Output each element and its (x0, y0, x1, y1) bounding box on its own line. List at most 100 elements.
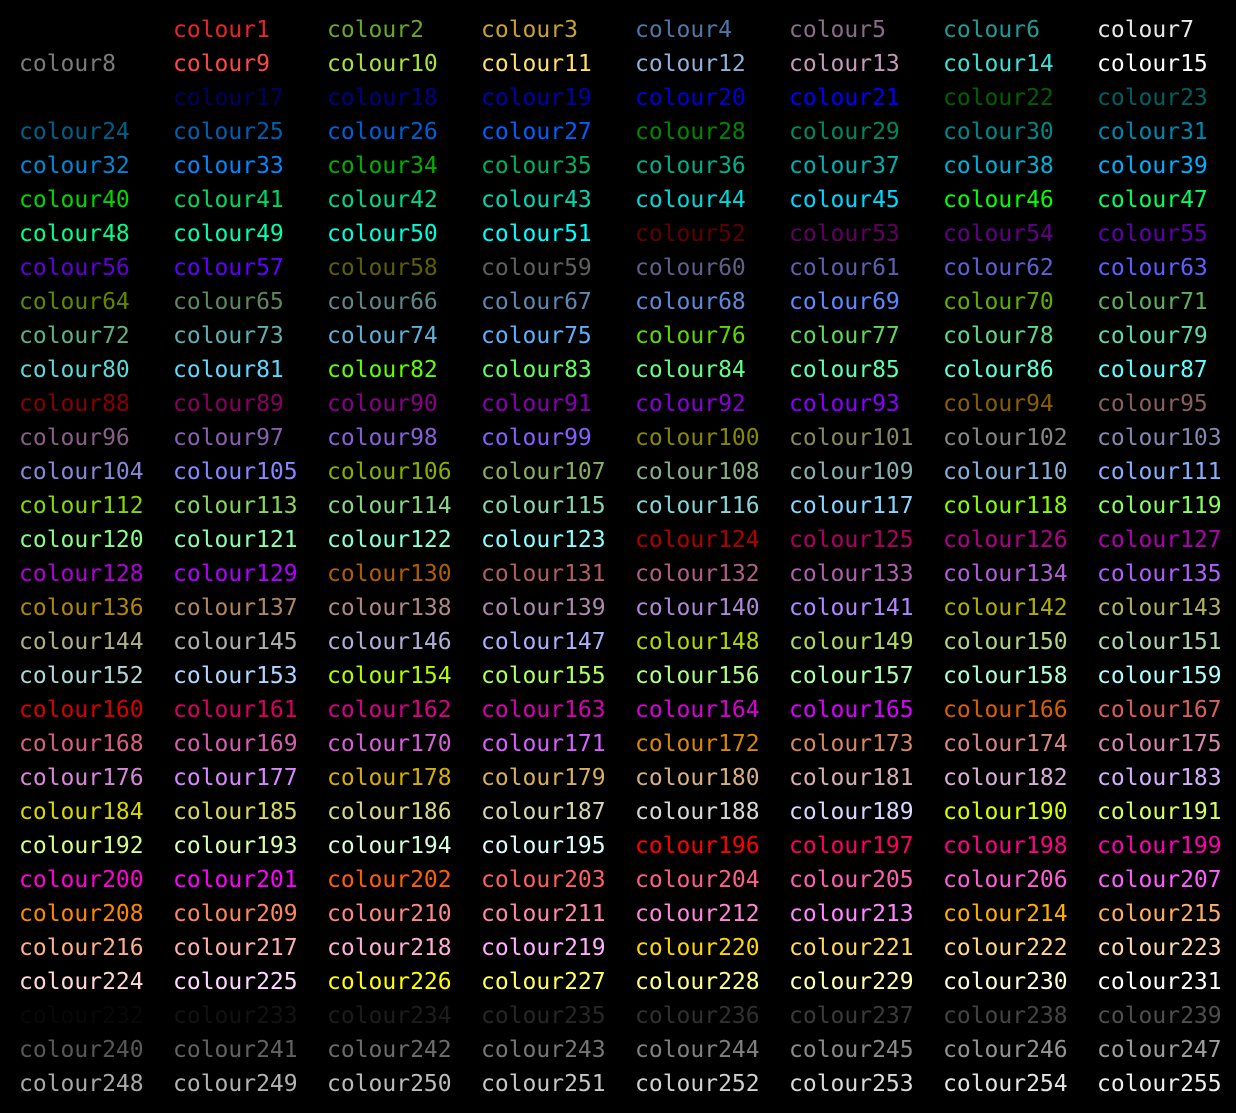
colour-label: colour26 (327, 119, 438, 145)
colour-label: colour81 (173, 357, 284, 383)
colour-label: colour198 (943, 833, 1068, 859)
colour-label: colour54 (943, 221, 1054, 247)
colour-label: colour137 (173, 595, 298, 621)
colour-label: colour226 (327, 969, 452, 995)
colour-label: colour106 (327, 459, 452, 485)
colour-label: colour231 (1097, 969, 1222, 995)
colour-label: colour200 (19, 867, 144, 893)
colour-label: colour130 (327, 561, 452, 587)
colour-label: colour160 (19, 697, 144, 723)
colour-label: colour235 (481, 1003, 606, 1029)
colour-label: colour50 (327, 221, 438, 247)
colour-label: colour55 (1097, 221, 1208, 247)
colour-label: colour68 (635, 289, 746, 315)
colour-label: colour119 (1097, 493, 1222, 519)
colour-label: colour202 (327, 867, 452, 893)
colour-label: colour11 (481, 51, 592, 77)
colour-label: colour179 (481, 765, 606, 791)
colour-label: colour244 (635, 1037, 760, 1063)
colour-label: colour241 (173, 1037, 298, 1063)
colour-label: colour153 (173, 663, 298, 689)
colour-label: colour48 (19, 221, 130, 247)
colour-grid: colour0 colour1 colour2 colour3 colour4 colou… (19, 13, 1236, 1101)
colour-label: colour121 (173, 527, 298, 553)
colour-label: colour177 (173, 765, 298, 791)
colour-label: colour212 (635, 901, 760, 927)
colour-label: colour193 (173, 833, 298, 859)
colour-label: colour225 (173, 969, 298, 995)
colour-label: colour99 (481, 425, 592, 451)
colour-label: colour203 (481, 867, 606, 893)
colour-label: colour32 (19, 153, 130, 179)
colour-label: colour149 (789, 629, 914, 655)
colour-label: colour118 (943, 493, 1068, 519)
colour-label: colour195 (481, 833, 606, 859)
colour-label: colour214 (943, 901, 1068, 927)
colour-label: colour47 (1097, 187, 1208, 213)
colour-label: colour169 (173, 731, 298, 757)
colour-label: colour94 (943, 391, 1054, 417)
colour-label: colour93 (789, 391, 900, 417)
colour-label: colour250 (327, 1071, 452, 1097)
colour-label: colour221 (789, 935, 914, 961)
colour-label: colour240 (19, 1037, 144, 1063)
colour-label: colour191 (1097, 799, 1222, 825)
colour-label: colour64 (19, 289, 130, 315)
colour-label: colour232 (19, 1003, 144, 1029)
colour-label: colour77 (789, 323, 900, 349)
colour-label: colour65 (173, 289, 284, 315)
colour-label: colour194 (327, 833, 452, 859)
colour-label: colour20 (635, 85, 746, 111)
colour-label: colour178 (327, 765, 452, 791)
colour-label: colour230 (943, 969, 1068, 995)
colour-label: colour73 (173, 323, 284, 349)
colour-label: colour10 (327, 51, 438, 77)
colour-label: colour199 (1097, 833, 1222, 859)
colour-label: colour53 (789, 221, 900, 247)
colour-label: colour116 (635, 493, 760, 519)
colour-label: colour156 (635, 663, 760, 689)
colour-label: colour215 (1097, 901, 1222, 927)
colour-label: colour23 (1097, 85, 1208, 111)
colour-label: colour59 (481, 255, 592, 281)
colour-label: colour187 (481, 799, 606, 825)
colour-label: colour227 (481, 969, 606, 995)
colour-label: colour24 (19, 119, 130, 145)
colour-label: colour154 (327, 663, 452, 689)
colour-label: colour44 (635, 187, 746, 213)
colour-label: colour120 (19, 527, 144, 553)
colour-label: colour166 (943, 697, 1068, 723)
colour-label: colour142 (943, 595, 1068, 621)
colour-label: colour157 (789, 663, 914, 689)
colour-label: colour110 (943, 459, 1068, 485)
colour-label: colour15 (1097, 51, 1208, 77)
colour-label: colour18 (327, 85, 438, 111)
colour-label: colour0 (19, 17, 116, 43)
colour-label: colour211 (481, 901, 606, 927)
colour-label: colour239 (1097, 1003, 1222, 1029)
colour-label: colour70 (943, 289, 1054, 315)
colour-label: colour21 (789, 85, 900, 111)
colour-label: colour52 (635, 221, 746, 247)
colour-label: colour56 (19, 255, 130, 281)
colour-label: colour101 (789, 425, 914, 451)
colour-label: colour12 (635, 51, 746, 77)
colour-label: colour222 (943, 935, 1068, 961)
colour-label: colour133 (789, 561, 914, 587)
colour-label: colour86 (943, 357, 1054, 383)
colour-label: colour206 (943, 867, 1068, 893)
colour-label: colour117 (789, 493, 914, 519)
colour-label: colour171 (481, 731, 606, 757)
colour-label: colour217 (173, 935, 298, 961)
colour-label: colour147 (481, 629, 606, 655)
colour-label: colour228 (635, 969, 760, 995)
colour-label: colour207 (1097, 867, 1222, 893)
colour-label: colour1 (173, 17, 270, 43)
colour-label: colour168 (19, 731, 144, 757)
colour-label: colour71 (1097, 289, 1208, 315)
colour-label: colour190 (943, 799, 1068, 825)
colour-label: colour39 (1097, 153, 1208, 179)
colour-label: colour148 (635, 629, 760, 655)
colour-label: colour138 (327, 595, 452, 621)
colour-label: colour243 (481, 1037, 606, 1063)
